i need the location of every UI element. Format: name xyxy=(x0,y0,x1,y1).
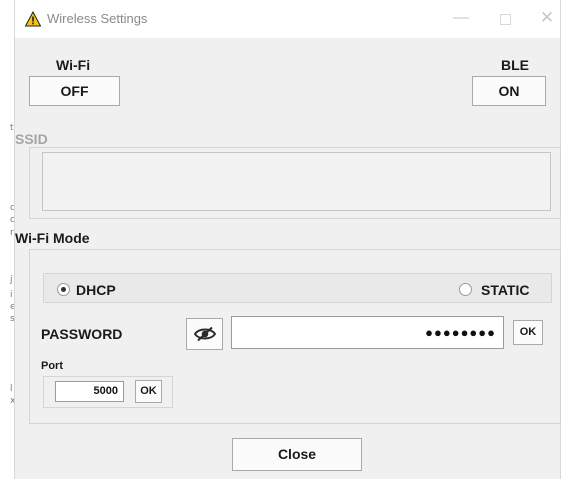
maximize-icon xyxy=(499,13,511,25)
close-window-button[interactable]: ✕ xyxy=(533,6,561,30)
wifi-label: Wi-Fi xyxy=(56,57,91,73)
wireless-settings-dialog: Wireless Settings — ✕ Wi-Fi OFF BLE ON S… xyxy=(14,0,561,479)
password-ok-button[interactable]: OK xyxy=(513,320,543,345)
toggle-password-visibility-button[interactable] xyxy=(186,318,223,350)
background-text-fragment: j xyxy=(10,275,13,285)
background-text-fragment: i xyxy=(10,290,13,300)
mode-radio-row xyxy=(43,273,552,303)
ble-label: BLE xyxy=(501,57,529,73)
port-input[interactable]: 5000 xyxy=(55,381,124,402)
ssid-input[interactable] xyxy=(42,152,551,211)
minimize-button[interactable]: — xyxy=(447,6,475,30)
background-text-fragment: l xyxy=(10,384,13,394)
static-radio[interactable] xyxy=(459,283,472,296)
window-title: Wireless Settings xyxy=(47,11,148,26)
wifi-toggle-button[interactable]: OFF xyxy=(29,76,120,106)
password-input[interactable]: ●●●●●●●● xyxy=(231,316,504,349)
ssid-label: SSID xyxy=(15,131,48,147)
static-label: STATIC xyxy=(481,282,530,298)
port-ok-button[interactable]: OK xyxy=(135,380,162,403)
dhcp-radio[interactable] xyxy=(57,283,70,296)
warning-triangle-icon xyxy=(24,10,42,27)
port-label: Port xyxy=(41,360,63,372)
minimize-icon: — xyxy=(453,9,469,26)
radio-selected-dot xyxy=(61,287,66,292)
password-label: PASSWORD xyxy=(41,326,123,342)
dhcp-label: DHCP xyxy=(76,282,116,298)
wifi-mode-label: Wi-Fi Mode xyxy=(15,230,90,246)
ble-toggle-button[interactable]: ON xyxy=(472,76,546,106)
eye-off-icon xyxy=(193,326,216,345)
background-window-edge xyxy=(0,0,14,479)
background-text-fragment: t xyxy=(10,123,14,133)
close-icon: ✕ xyxy=(539,8,555,27)
title-bar[interactable]: Wireless Settings — ✕ xyxy=(15,0,560,38)
close-button[interactable]: Close xyxy=(232,438,362,471)
maximize-button[interactable] xyxy=(491,6,519,30)
